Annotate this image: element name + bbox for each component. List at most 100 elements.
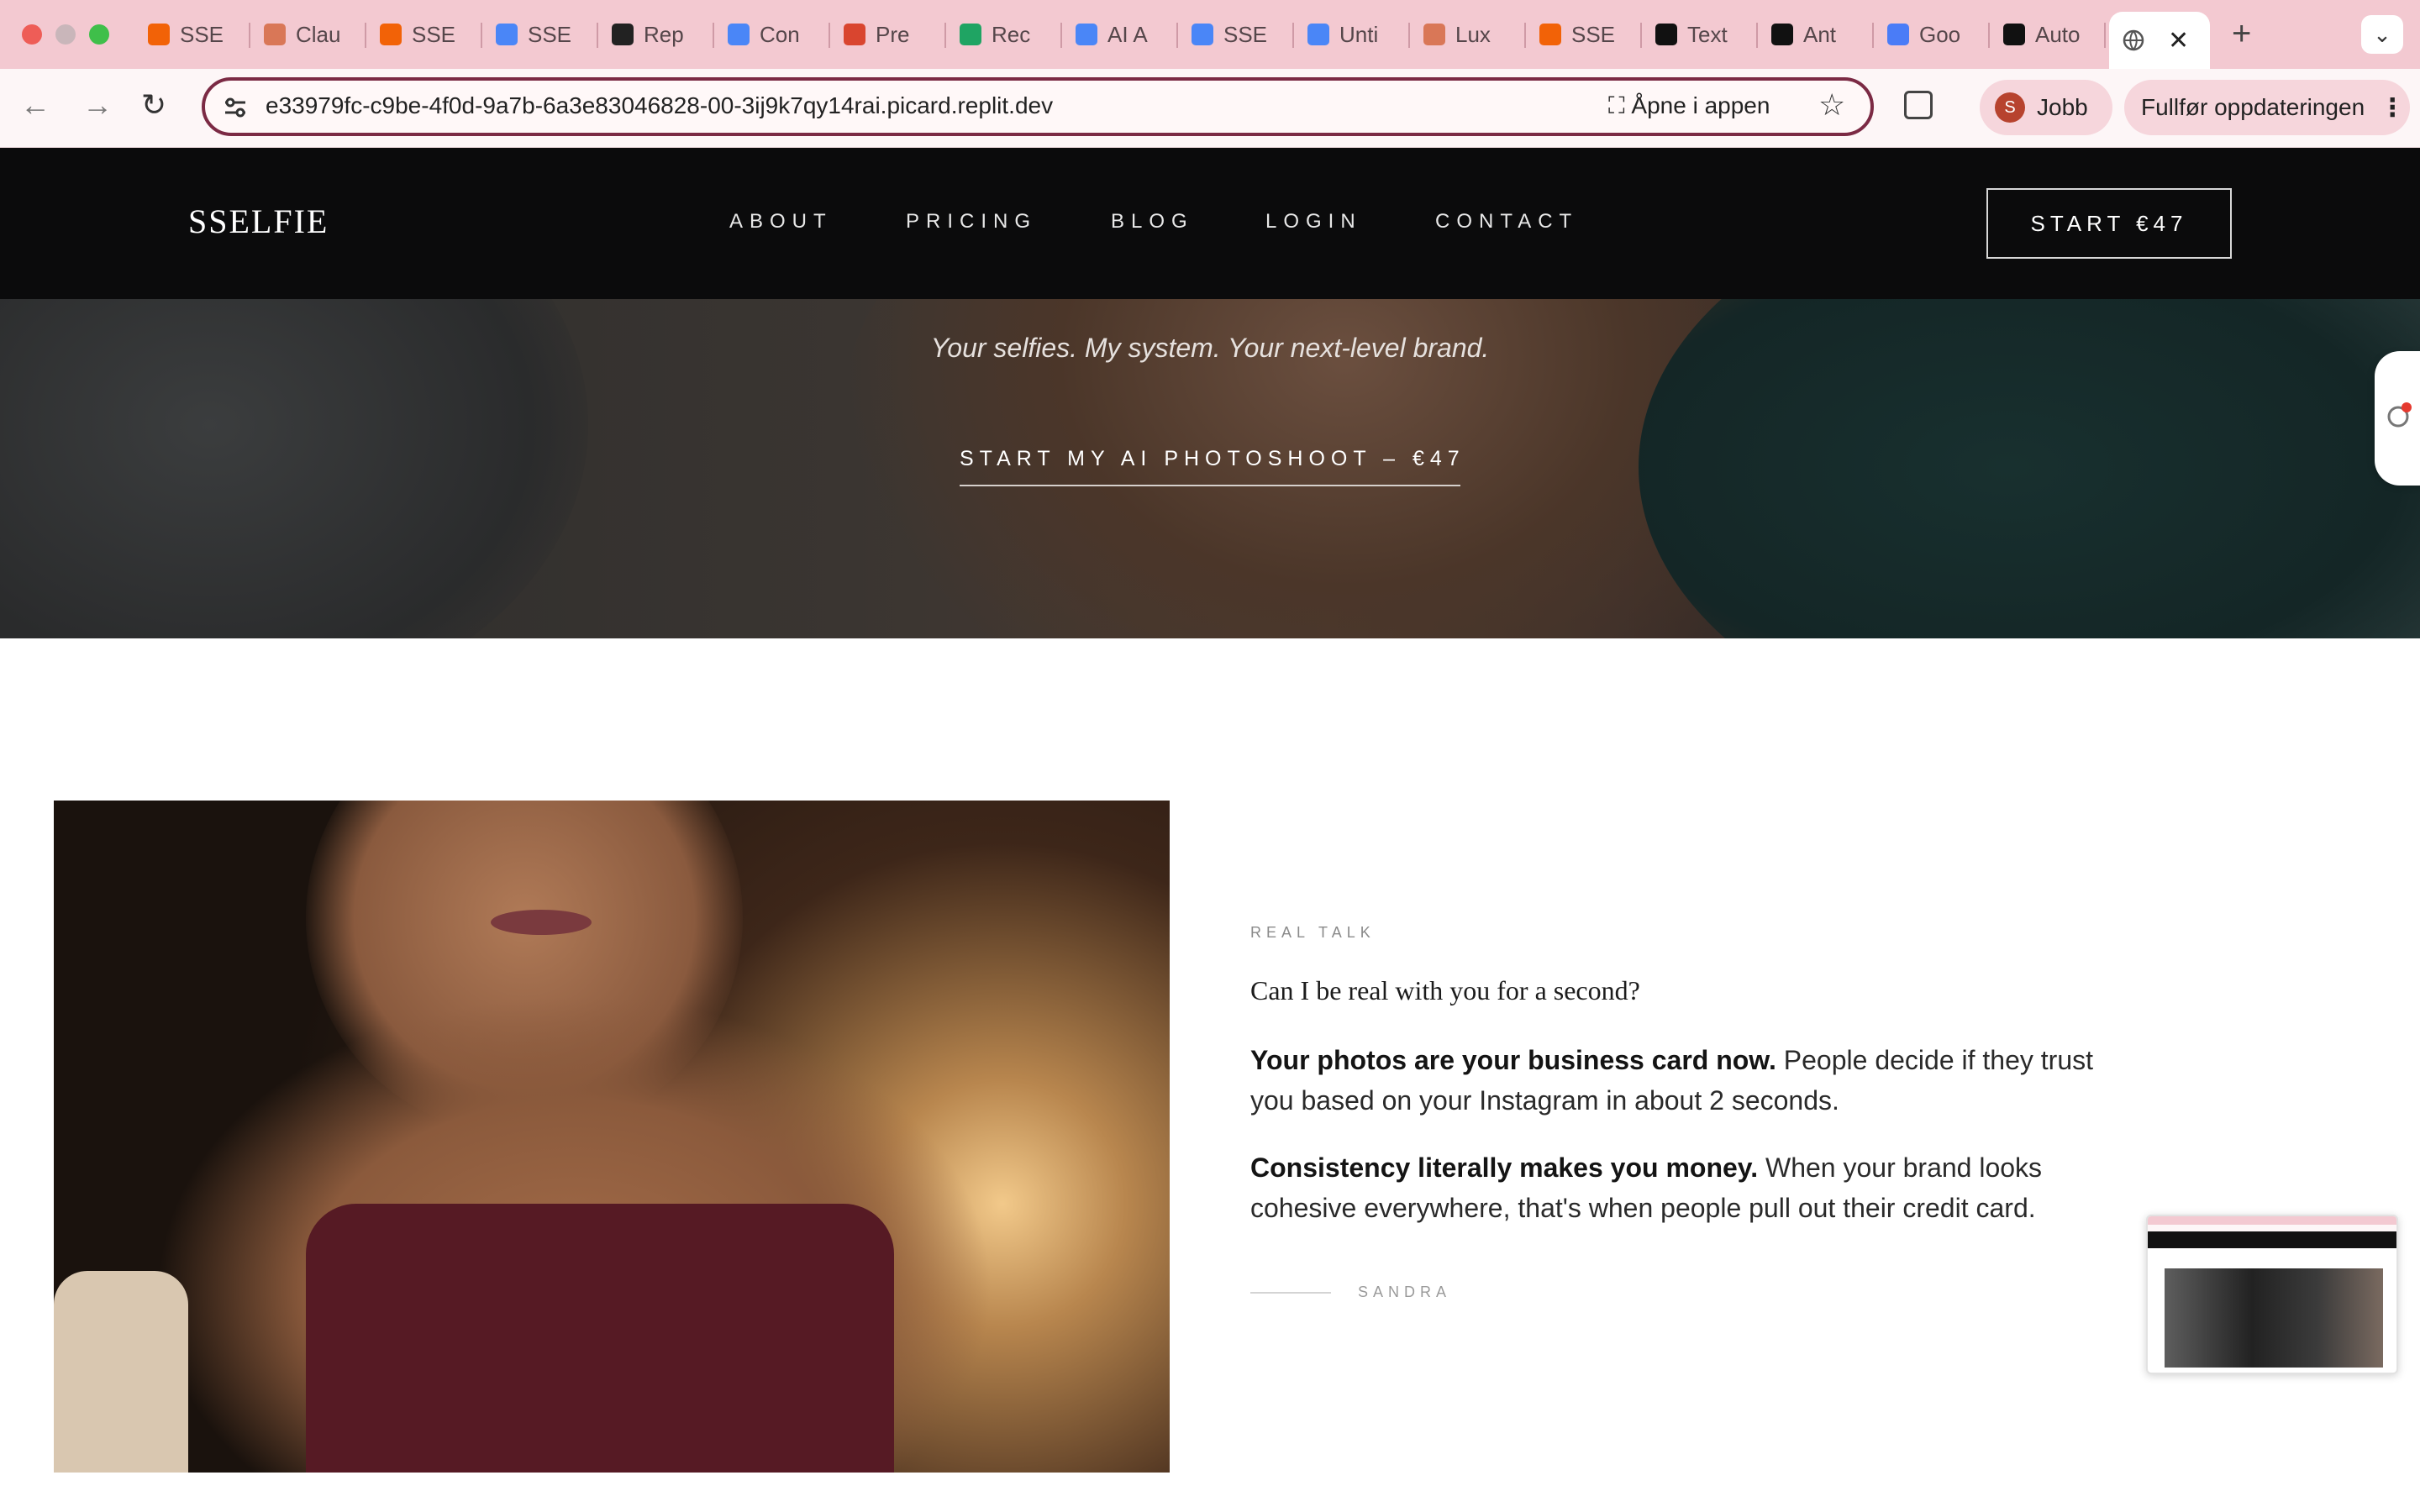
- globe-icon: [2123, 29, 2144, 51]
- section-question: Can I be real with you for a second?: [1250, 975, 1640, 1005]
- address-bar[interactable]: e33979fc-c9be-4f0d-9a7b-6a3e83046828-00-…: [202, 77, 1874, 136]
- tab-11[interactable]: Lux: [1410, 12, 1526, 57]
- nav-login[interactable]: LOGIN: [1265, 210, 1362, 234]
- minimize-window-button[interactable]: [55, 24, 76, 45]
- tab-9[interactable]: SSE: [1178, 12, 1294, 57]
- tab-strip: SSE Clau SSE SSE Rep Con Pre Rec AI A SSE Unti Lux S…: [134, 12, 2106, 57]
- close-window-button[interactable]: [22, 24, 42, 45]
- tab-14[interactable]: Ant: [1758, 12, 1874, 57]
- forward-button[interactable]: →: [82, 87, 113, 123]
- open-in-app-button[interactable]: ⛶ Åpne i appen: [1608, 92, 1770, 120]
- nav-about[interactable]: ABOUT: [729, 210, 833, 234]
- google-docs-icon: [1192, 24, 1213, 45]
- tab-active[interactable]: ✕: [2109, 12, 2210, 69]
- tab-label: AI A: [1107, 21, 1148, 47]
- tab-5[interactable]: Con: [714, 12, 830, 57]
- signature-name: SANDRA: [1358, 1284, 1452, 1300]
- preview-header: [2148, 1231, 2396, 1248]
- avatar: S: [1995, 92, 2025, 123]
- feedback-widget-tab[interactable]: [2375, 351, 2420, 486]
- tab-label: SSE: [180, 21, 224, 47]
- replit-icon: [380, 24, 402, 45]
- google-drive-icon: [960, 24, 981, 45]
- gemini-icon: [1887, 24, 1909, 45]
- tab-3[interactable]: SSE: [482, 12, 598, 57]
- tab-7[interactable]: Rec: [946, 12, 1062, 57]
- paragraph-1-bold: Your photos are your business card now.: [1250, 1045, 1776, 1075]
- replit-icon: [148, 24, 170, 45]
- nav-pricing[interactable]: PRICING: [906, 210, 1037, 234]
- preview-toolbar: [2148, 1225, 2396, 1231]
- close-tab-icon[interactable]: ✕: [2168, 26, 2189, 55]
- tab-6[interactable]: Pre: [830, 12, 946, 57]
- update-button[interactable]: Fullfør oppdateringen ⋮: [2124, 80, 2410, 135]
- update-label: Fullfør oppdateringen: [2141, 94, 2365, 120]
- widget-icon: [2387, 402, 2412, 428]
- tab-1[interactable]: Clau: [250, 12, 366, 57]
- photo-dress: [306, 1204, 894, 1473]
- extensions-icon[interactable]: [1904, 91, 1933, 119]
- tab-label: Lux: [1455, 21, 1491, 47]
- reload-button[interactable]: ↻: [141, 87, 166, 123]
- portrait-photo: [54, 801, 1170, 1473]
- tab-separator: [2104, 23, 2106, 48]
- site-logo[interactable]: SSELFIE: [188, 202, 329, 241]
- url-text[interactable]: e33979fc-c9be-4f0d-9a7b-6a3e83046828-00-…: [266, 92, 1053, 119]
- tab-4[interactable]: Rep: [598, 12, 714, 57]
- back-button[interactable]: ←: [20, 87, 50, 123]
- replit-icon: [1539, 24, 1561, 45]
- site-settings-icon[interactable]: [220, 92, 250, 123]
- tab-10[interactable]: Unti: [1294, 12, 1410, 57]
- tab-15[interactable]: Goo: [1874, 12, 1990, 57]
- maximize-window-button[interactable]: [89, 24, 109, 45]
- hero-tagline: Your selfies. My system. Your next-level…: [930, 333, 1490, 363]
- tab-16[interactable]: Auto: [1990, 12, 2106, 57]
- browser-tab-bar: SSE Clau SSE SSE Rep Con Pre Rec AI A SSE Unti Lux S…: [0, 0, 2420, 69]
- tab-label: Unti: [1339, 21, 1379, 47]
- google-docs-icon: [496, 24, 518, 45]
- google-docs-icon: [728, 24, 750, 45]
- tab-label: Rep: [644, 21, 684, 47]
- site-header: SSELFIE ABOUT PRICING BLOG LOGIN CONTACT…: [0, 148, 2420, 299]
- nav-contact[interactable]: CONTACT: [1435, 210, 1578, 234]
- tab-label: Pre: [876, 21, 910, 47]
- paragraph-2: Consistency literally makes you money. W…: [1250, 1147, 2141, 1228]
- tab-label: Text: [1687, 21, 1728, 47]
- photo-lips: [491, 910, 592, 935]
- bookmark-star-icon[interactable]: ☆: [1818, 87, 1845, 123]
- anthropic-icon: [1771, 24, 1793, 45]
- claude-icon: [1423, 24, 1445, 45]
- pause-icon: [1655, 24, 1677, 45]
- tab-label: Con: [760, 21, 800, 47]
- tab-label: SSE: [1223, 21, 1268, 47]
- nav-blog[interactable]: BLOG: [1111, 210, 1194, 234]
- browser-toolbar: ← → ↻ e33979fc-c9be-4f0d-9a7b-6a3e830468…: [0, 69, 2420, 148]
- open-in-app-icon: ⛶: [1608, 92, 1632, 118]
- tab-search-button[interactable]: ⌄: [2361, 15, 2403, 54]
- preview-tabbar: [2148, 1216, 2396, 1225]
- tab-label: Clau: [296, 21, 341, 47]
- tab-8[interactable]: AI A: [1062, 12, 1178, 57]
- profile-button[interactable]: S Jobb: [1980, 80, 2112, 135]
- tab-2[interactable]: SSE: [366, 12, 482, 57]
- open-in-app-label: Åpne i appen: [1631, 92, 1770, 118]
- hero-cta-link[interactable]: START MY AI PHOTOSHOOT – €47: [960, 447, 1460, 486]
- signature: SANDRA: [1250, 1284, 2141, 1301]
- start-button[interactable]: START €47: [1986, 188, 2232, 259]
- more-menu-icon[interactable]: ⋮: [2380, 93, 2405, 123]
- photo-cardigan: [54, 1271, 188, 1473]
- tab-12[interactable]: SSE: [1526, 12, 1642, 57]
- tab-label: Rec: [992, 21, 1031, 47]
- tab-label: Goo: [1919, 21, 1961, 47]
- paragraph-2-bold: Consistency literally makes you money.: [1250, 1152, 1759, 1183]
- profile-name: Jobb: [2037, 94, 2088, 120]
- tab-label: Ant: [1803, 21, 1837, 47]
- screen-capture-preview[interactable]: [2146, 1215, 2398, 1374]
- new-tab-button[interactable]: +: [2232, 15, 2251, 53]
- tab-0[interactable]: SSE: [134, 12, 250, 57]
- tab-13[interactable]: Text: [1642, 12, 1758, 57]
- tab-label: SSE: [528, 21, 572, 47]
- tab-label: SSE: [1571, 21, 1616, 47]
- google-docs-icon: [1076, 24, 1097, 45]
- claude-icon: [264, 24, 286, 45]
